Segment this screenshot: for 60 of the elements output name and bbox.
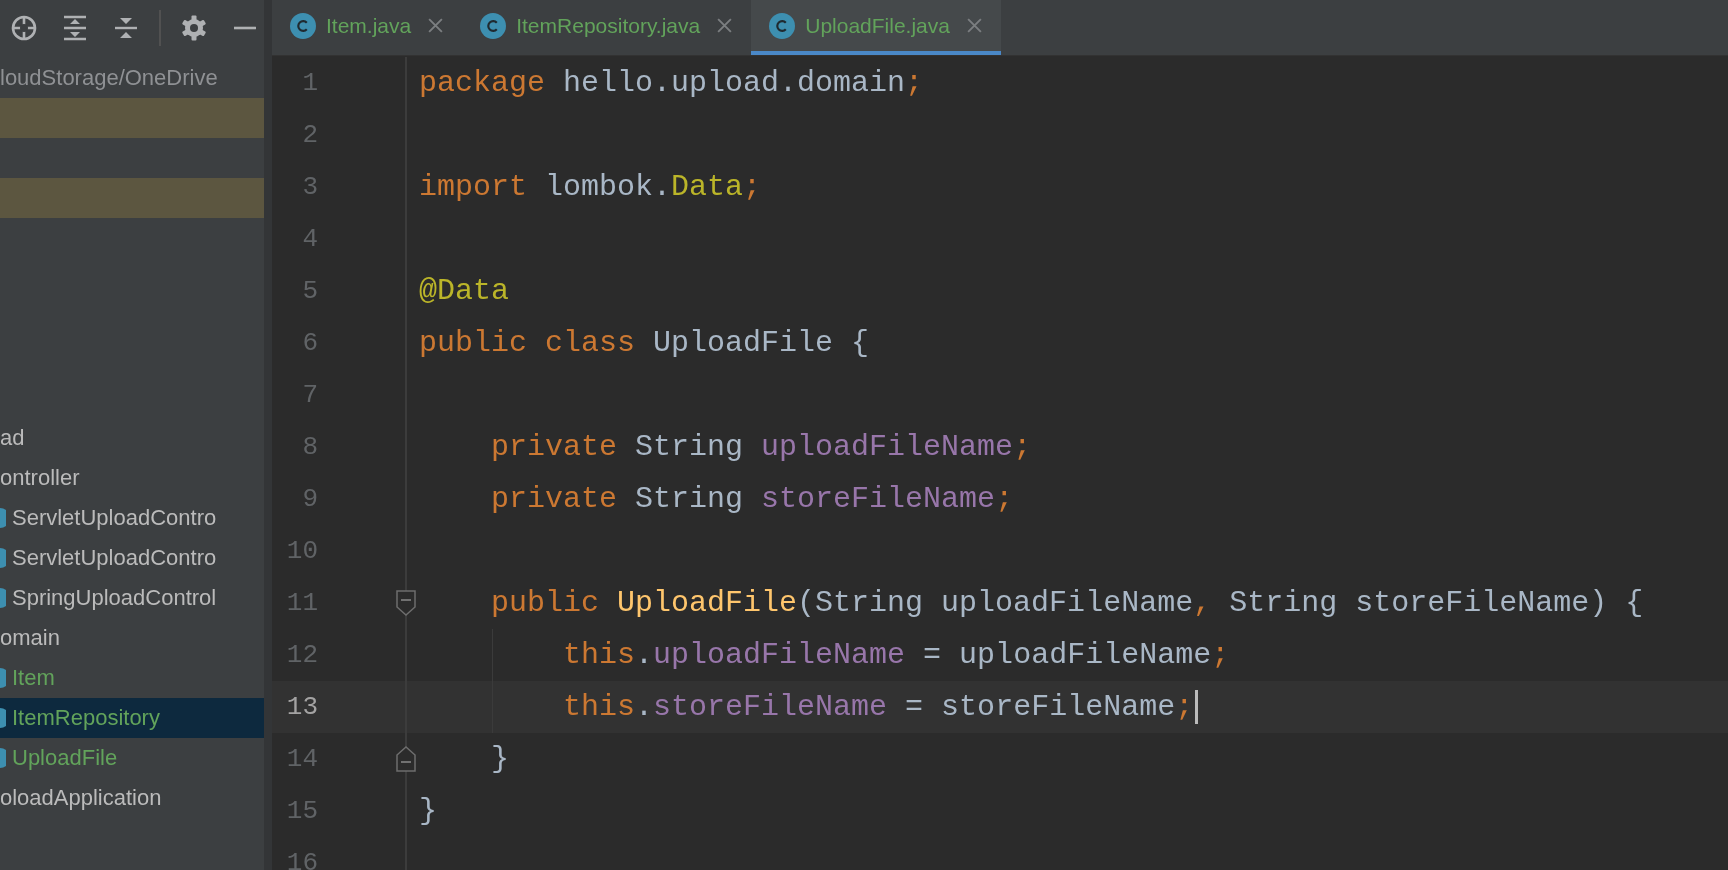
line-number: 16 — [285, 848, 318, 870]
close-icon[interactable] — [716, 17, 734, 34]
line-number: 12 — [285, 640, 318, 670]
class-icon — [769, 12, 796, 39]
line-number: 7 — [301, 380, 318, 410]
line-number: 3 — [301, 172, 318, 202]
class-icon — [0, 548, 6, 568]
editor-tab[interactable]: UploadFile.java — [751, 0, 1001, 55]
expand-all-icon[interactable] — [61, 14, 89, 42]
line-number: 6 — [301, 328, 318, 358]
code-line: public class UploadFile { — [419, 326, 870, 360]
project-path: loudStorage/OneDrive — [0, 65, 218, 91]
code-line: this.uploadFileName = uploadFileName; — [562, 638, 1230, 672]
line-number: 5 — [301, 276, 318, 306]
text-caret — [1195, 690, 1199, 724]
class-icon — [0, 588, 6, 608]
fold-icon[interactable] — [396, 746, 416, 772]
line-number: 9 — [301, 484, 318, 514]
class-icon — [0, 668, 6, 688]
tree-item[interactable]: UploadFile — [12, 745, 118, 771]
close-icon[interactable] — [427, 17, 445, 34]
line-number: 2 — [301, 120, 318, 150]
code-line: package hello.upload.domain; — [419, 66, 924, 100]
line-number: 4 — [301, 224, 318, 254]
tree-item[interactable]: omain — [0, 625, 60, 651]
crosshair-icon[interactable] — [10, 14, 38, 42]
class-icon — [0, 508, 6, 528]
line-number: 11 — [285, 588, 318, 618]
code-line: private String storeFileName; — [490, 482, 1014, 516]
editor-tab[interactable]: ItemRepository.java — [462, 0, 752, 55]
line-number: 1 — [301, 68, 318, 98]
code-line: import lombok.Data; — [419, 170, 762, 204]
code-line: } — [490, 742, 509, 776]
settings-icon[interactable] — [180, 14, 208, 42]
close-icon[interactable] — [966, 17, 983, 34]
code-line: private String uploadFileName; — [490, 430, 1032, 464]
fold-icon[interactable] — [396, 590, 416, 616]
tree-item[interactable]: ItemRepository — [12, 705, 160, 731]
code-line: @Data — [419, 274, 509, 308]
class-icon — [0, 748, 6, 768]
tree-item[interactable]: ServletUploadContro — [12, 545, 217, 571]
tree-item[interactable]: oloadApplication — [0, 785, 162, 811]
line-number: 15 — [285, 796, 318, 826]
class-icon — [0, 708, 6, 728]
code-line: this.storeFileName = storeFileName; — [562, 690, 1194, 724]
line-number: 10 — [285, 536, 318, 566]
tree-item[interactable]: ontroller — [0, 465, 80, 491]
editor-tab[interactable]: Item.java — [272, 0, 463, 55]
line-number: 13 — [285, 692, 318, 722]
code-line: public UploadFile(String uploadFileName, String storeFileName) { — [490, 586, 1644, 620]
class-icon — [290, 12, 316, 39]
tree-item[interactable]: ServletUploadContro — [12, 505, 217, 531]
line-number: 14 — [285, 744, 318, 774]
code-line: } — [419, 794, 437, 828]
class-icon — [480, 12, 507, 39]
tree-item[interactable]: SpringUploadControl — [12, 585, 217, 611]
tree-item[interactable]: Item — [12, 665, 55, 691]
line-number: 8 — [301, 432, 318, 462]
code-editor[interactable] — [272, 56, 1728, 870]
tree-item[interactable]: ad — [0, 425, 25, 451]
